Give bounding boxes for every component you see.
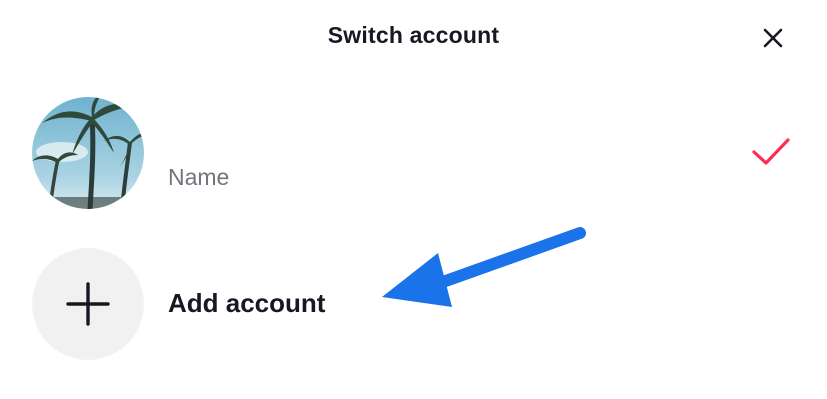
dialog-header: Switch account xyxy=(0,0,827,74)
add-account-label: Add account xyxy=(168,288,326,318)
close-icon xyxy=(763,28,783,48)
account-display-name: Name xyxy=(168,164,230,190)
dialog-title: Switch account xyxy=(327,22,500,48)
palm-trees-avatar-image xyxy=(32,97,144,209)
add-account-button[interactable]: Add account xyxy=(0,248,827,362)
close-button[interactable] xyxy=(757,22,789,54)
account-row[interactable]: Name xyxy=(0,96,827,210)
switch-account-sheet: Switch account Name Add account xyxy=(0,0,827,399)
plus-icon xyxy=(66,282,110,326)
add-account-icon-circle xyxy=(32,248,144,360)
checkmark-icon xyxy=(752,138,790,165)
avatar xyxy=(32,97,144,209)
